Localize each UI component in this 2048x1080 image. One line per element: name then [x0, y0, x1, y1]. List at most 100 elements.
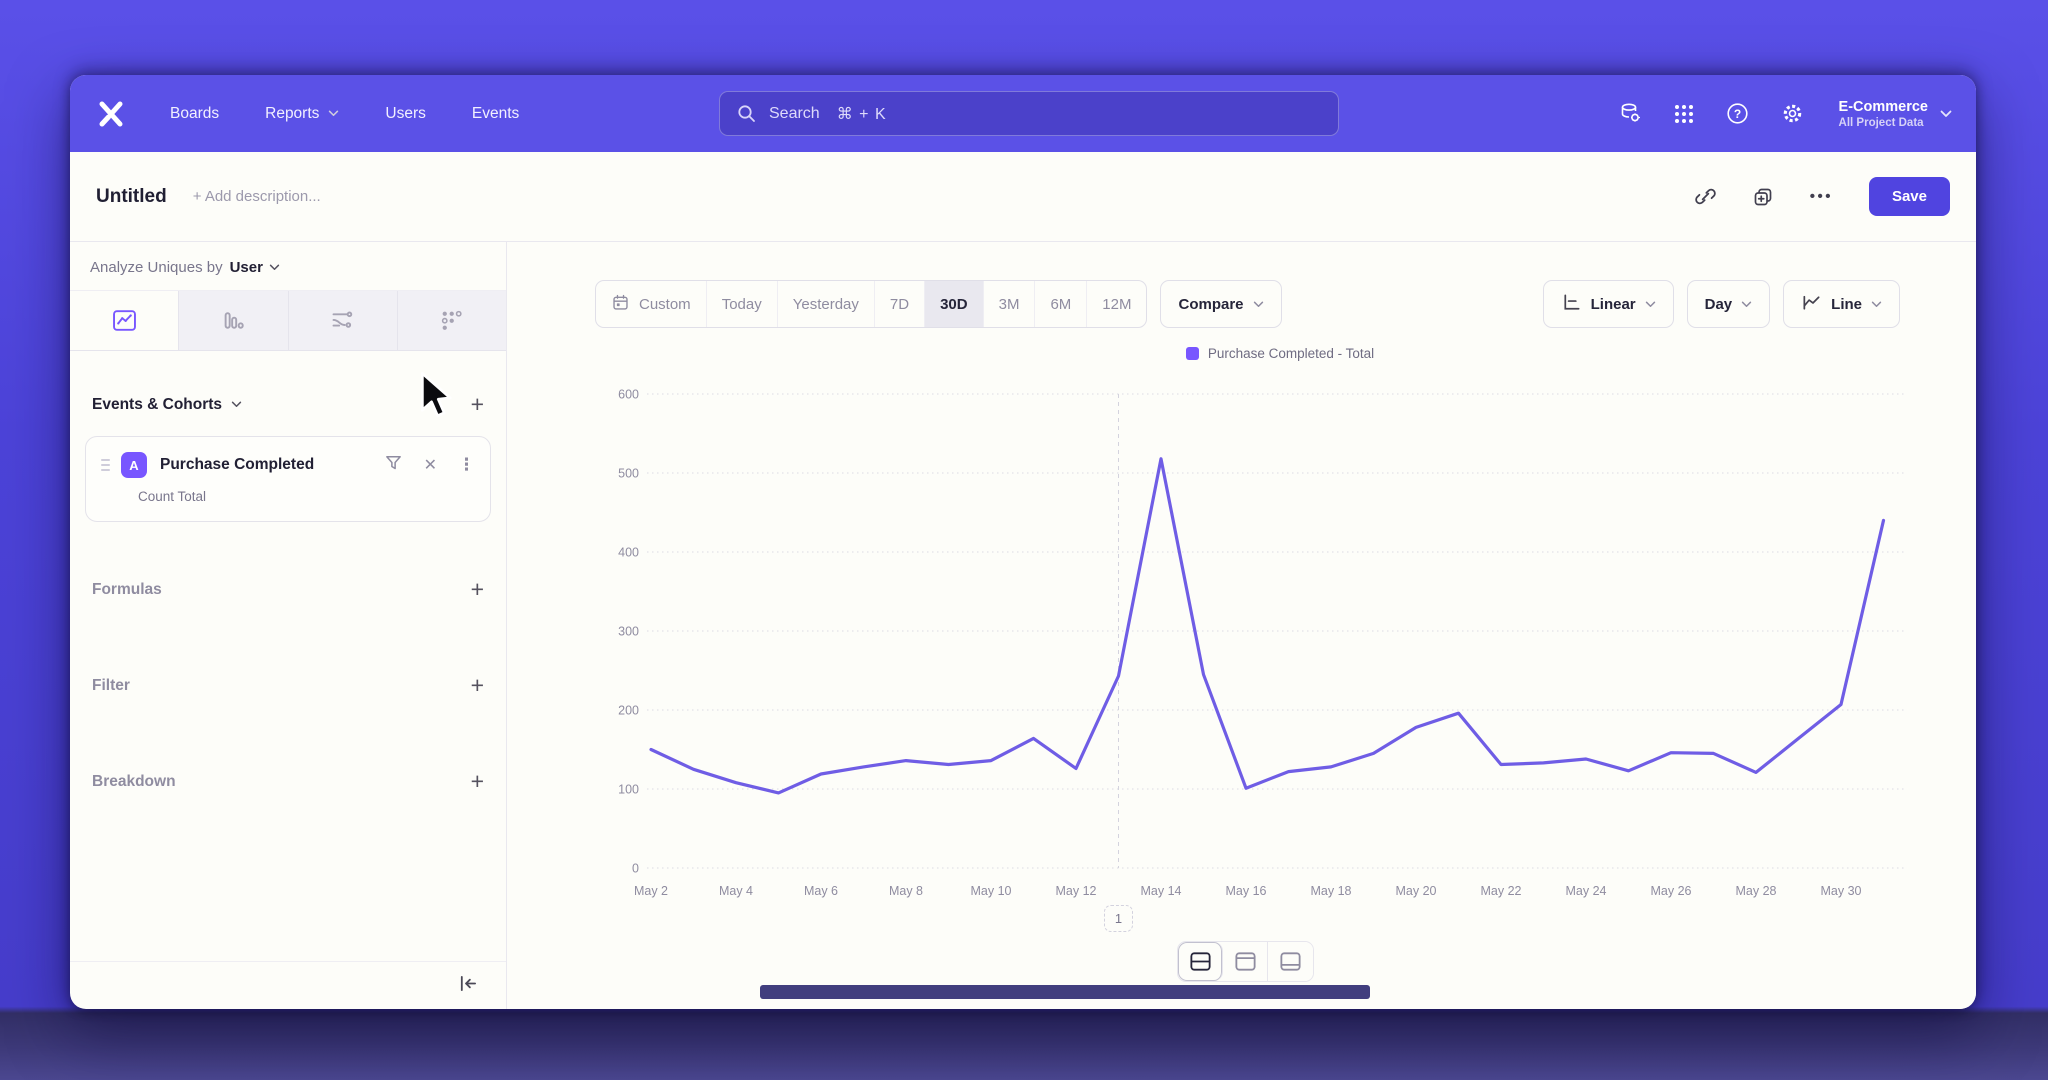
svg-text:May 24: May 24	[1566, 884, 1607, 898]
nav-item-users[interactable]: Users	[385, 105, 425, 123]
filter-row: Filter +	[92, 674, 484, 697]
add-description[interactable]: + Add description...	[193, 188, 321, 205]
desktop: { "nav": { "items": [ {"label": "Boards"…	[0, 0, 2048, 1080]
range-12m[interactable]: 12M	[1087, 281, 1146, 327]
range-today[interactable]: Today	[707, 281, 778, 327]
add-breakdown-button[interactable]: +	[471, 770, 484, 793]
svg-text:May 26: May 26	[1651, 884, 1692, 898]
event-name[interactable]: Purchase Completed	[160, 456, 373, 474]
help-icon[interactable]: ?	[1725, 101, 1750, 126]
svg-text:300: 300	[618, 625, 639, 639]
tab-flow[interactable]	[289, 291, 398, 350]
svg-text:600: 600	[618, 388, 639, 402]
save-button[interactable]: Save	[1869, 177, 1950, 216]
interval-dropdown[interactable]: Day	[1687, 280, 1771, 328]
search-shortcut: ⌘ + K	[837, 104, 887, 124]
chart-panel: CustomTodayYesterday7D30D3M6M12M Compare…	[507, 242, 1976, 1009]
tab-insights-line[interactable]	[70, 291, 179, 350]
horizontal-scrollbar-thumb[interactable]	[760, 985, 1370, 999]
search-placeholder: Search	[769, 105, 820, 123]
add-event-button[interactable]: +	[471, 393, 484, 416]
svg-text:200: 200	[618, 704, 639, 718]
project-switcher[interactable]: E-Commerce All Project Data	[1839, 98, 1952, 128]
report-titlebar: Untitled + Add description... ••• Save	[70, 152, 1976, 242]
range-6m[interactable]: 6M	[1035, 281, 1087, 327]
svg-text:May 10: May 10	[971, 884, 1012, 898]
app-window: Boards Reports Users Events Search ⌘ + K	[70, 75, 1976, 1009]
svg-text:May 12: May 12	[1056, 884, 1097, 898]
collapse-sidebar-icon[interactable]	[457, 974, 478, 998]
formulas-row: Formulas +	[92, 578, 484, 601]
chart-type-dropdown[interactable]: Line	[1783, 280, 1900, 328]
drag-handle-icon[interactable]	[101, 459, 110, 471]
date-range-group: CustomTodayYesterday7D30D3M6M12M	[595, 280, 1147, 328]
query-sidebar: Analyze Uniques by User	[70, 242, 507, 1009]
svg-text:100: 100	[618, 783, 639, 797]
layout-top-bar-button[interactable]	[1223, 942, 1268, 981]
settings-gear-icon[interactable]	[1780, 101, 1805, 126]
layout-split-rows-button[interactable]	[1178, 942, 1223, 981]
event-card[interactable]: A Purchase Completed ✕ ⋮ Count Total	[85, 436, 491, 522]
add-formula-button[interactable]: +	[471, 578, 484, 601]
svg-text:May 30: May 30	[1821, 884, 1862, 898]
copy-link-icon[interactable]	[1695, 186, 1716, 207]
nav-item-events[interactable]: Events	[472, 105, 519, 123]
range-yesterday[interactable]: Yesterday	[778, 281, 875, 327]
compare-dropdown[interactable]: Compare	[1160, 280, 1281, 328]
project-name: E-Commerce	[1839, 98, 1928, 116]
chart-display-controls: Linear Day Line	[1543, 280, 1900, 328]
svg-text:500: 500	[618, 467, 639, 481]
content: Analyze Uniques by User	[70, 242, 1976, 1009]
analyze-value-dropdown[interactable]: User	[230, 259, 280, 276]
event-aggregation[interactable]: Count Total	[138, 489, 475, 504]
apps-grid-icon[interactable]	[1673, 103, 1695, 125]
svg-text:May 16: May 16	[1226, 884, 1267, 898]
event-menu-icon[interactable]: ⋮	[458, 455, 475, 475]
duplicate-icon[interactable]	[1752, 186, 1774, 208]
scale-dropdown[interactable]: Linear	[1543, 280, 1674, 328]
search-icon	[737, 104, 756, 123]
svg-text:400: 400	[618, 546, 639, 560]
legend-label: Purchase Completed - Total	[1208, 346, 1374, 361]
add-filter-button[interactable]: +	[471, 674, 484, 697]
range-custom[interactable]: Custom	[596, 281, 707, 327]
svg-text:May 2: May 2	[634, 884, 668, 898]
layout-toggle-group	[1177, 941, 1314, 982]
more-actions-icon[interactable]: •••	[1810, 188, 1833, 205]
titlebar-actions: ••• Save	[1695, 177, 1950, 216]
annotation-badge[interactable]: 1	[1104, 905, 1133, 932]
chart-controls: CustomTodayYesterday7D30D3M6M12M Compare…	[507, 280, 1976, 328]
svg-text:May 22: May 22	[1481, 884, 1522, 898]
nav-item-boards[interactable]: Boards	[170, 105, 219, 123]
range-30d[interactable]: 30D	[925, 281, 984, 327]
range-3m[interactable]: 3M	[984, 281, 1036, 327]
svg-text:May 18: May 18	[1311, 884, 1352, 898]
line-chart[interactable]: 0100200300400500600May 2May 4May 6May 8M…	[507, 385, 1937, 910]
remove-event-icon[interactable]: ✕	[424, 455, 437, 475]
line-chart-icon	[1801, 292, 1822, 317]
chevron-down-icon	[1940, 110, 1952, 118]
project-scope: All Project Data	[1839, 117, 1928, 129]
nav-item-reports[interactable]: Reports	[265, 105, 339, 123]
nav-items: Boards Reports Users Events	[170, 105, 519, 123]
report-title[interactable]: Untitled	[96, 186, 167, 208]
data-sources-icon[interactable]	[1618, 101, 1643, 126]
event-letter-badge: A	[121, 452, 147, 478]
svg-text:May 14: May 14	[1141, 884, 1182, 898]
svg-text:May 28: May 28	[1736, 884, 1777, 898]
svg-text:?: ?	[1733, 107, 1740, 121]
analyze-label: Analyze Uniques by	[90, 259, 223, 276]
tab-retention[interactable]	[398, 291, 506, 350]
filter-funnel-icon[interactable]	[384, 453, 403, 477]
range-7d[interactable]: 7D	[875, 281, 925, 327]
calendar-icon	[611, 293, 630, 316]
layout-bottom-bar-button[interactable]	[1268, 942, 1313, 981]
chart-legend: Purchase Completed - Total	[655, 346, 1905, 361]
events-cohorts-header[interactable]: Events & Cohorts +	[92, 393, 484, 416]
breakdown-row: Breakdown +	[92, 770, 484, 793]
svg-text:May 8: May 8	[889, 884, 923, 898]
mixpanel-logo-icon[interactable]	[94, 97, 128, 131]
tab-bar-chart[interactable]	[179, 291, 288, 350]
search-input[interactable]: Search ⌘ + K	[719, 91, 1339, 136]
linear-axis-icon	[1561, 292, 1582, 317]
